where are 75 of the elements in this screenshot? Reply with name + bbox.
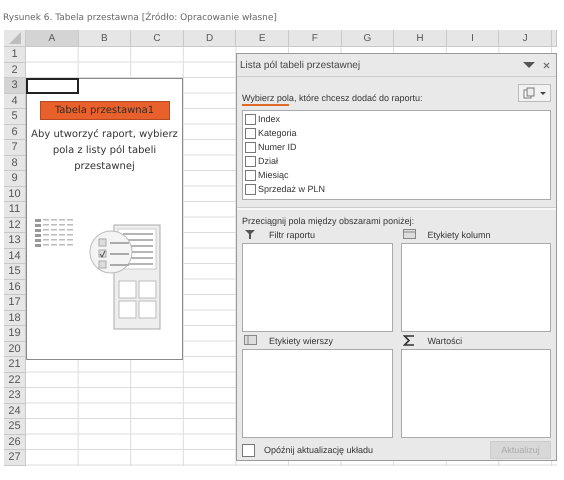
row-header[interactable]: 18 — [4, 310, 26, 326]
row-header[interactable]: 23 — [4, 388, 26, 404]
row-header[interactable]: 1 — [4, 47, 26, 62]
area-label: Wartości — [428, 336, 462, 346]
row-header[interactable]: 27 — [4, 450, 26, 466]
drop-area[interactable] — [400, 243, 551, 332]
checkbox[interactable] — [245, 142, 256, 152]
column-header[interactable]: C — [131, 30, 184, 47]
row-header[interactable]: 20 — [4, 342, 26, 357]
drop-area[interactable] — [242, 349, 392, 438]
row-header[interactable]: 21 — [4, 357, 26, 372]
row-header[interactable]: 25 — [4, 419, 26, 434]
layout-button[interactable] — [518, 84, 551, 102]
pivot-table-name: Tabela przestawna1 — [40, 101, 170, 120]
column-header[interactable]: I — [446, 30, 500, 47]
checkbox[interactable] — [245, 156, 256, 166]
row-header[interactable]: 8 — [4, 156, 26, 171]
row-header[interactable]: 26 — [4, 434, 26, 450]
filter-icon — [244, 228, 257, 241]
field-label[interactable]: Index — [258, 114, 280, 124]
active-cell[interactable] — [26, 78, 79, 94]
row-header[interactable]: 19 — [4, 326, 26, 342]
column-header[interactable]: D — [184, 30, 236, 47]
checkbox-label[interactable]: Opóźnij aktualizację układu — [264, 445, 374, 455]
field-label[interactable]: Miesiąc — [258, 170, 289, 180]
checkbox[interactable] — [245, 128, 256, 138]
area-label: Filtr raportu — [269, 230, 316, 240]
row-header[interactable]: 10 — [4, 186, 26, 202]
drop-area[interactable] — [242, 243, 392, 332]
column-header[interactable]: J — [499, 30, 552, 47]
column-header[interactable]: F — [288, 30, 342, 47]
column-header[interactable]: A — [26, 30, 79, 47]
row-header[interactable]: 2 — [4, 62, 26, 78]
row-header[interactable]: 24 — [4, 404, 26, 419]
row-header[interactable]: 22 — [4, 372, 26, 388]
row-header[interactable]: 11 — [4, 202, 26, 218]
row-header[interactable]: 9 — [4, 171, 26, 186]
sigma-icon — [402, 334, 416, 347]
figure-caption: Rysunek 6. Tabela przestawna [Źródło: Opracowanie własne] — [3, 13, 277, 23]
row-header[interactable]: 7 — [4, 140, 26, 156]
caret-icon — [540, 92, 546, 94]
pages-icon — [523, 87, 535, 99]
close-icon[interactable] — [543, 62, 550, 68]
field-label[interactable]: Sprzedaż w PLN — [258, 184, 326, 194]
column-header[interactable]: E — [236, 30, 289, 47]
field-label[interactable]: Kategoria — [258, 128, 297, 138]
checkbox[interactable] — [242, 444, 255, 456]
column-header[interactable]: H — [394, 30, 447, 47]
row-header[interactable]: 16 — [4, 280, 26, 295]
column-header[interactable]: B — [78, 30, 132, 47]
checkbox[interactable] — [245, 184, 256, 194]
row-header[interactable]: 15 — [4, 264, 26, 280]
row-header[interactable]: 14 — [4, 248, 26, 264]
field-label[interactable]: Numer ID — [258, 142, 297, 152]
row-grid-icon — [244, 334, 257, 347]
field-label[interactable]: Dział — [258, 156, 278, 166]
row-header[interactable]: 3 — [4, 78, 26, 94]
row-header[interactable]: 13 — [4, 233, 26, 248]
pane-title: Lista pól tabeli przestawnej — [240, 60, 362, 70]
checkbox[interactable] — [245, 170, 256, 180]
dropdown-triangle-icon[interactable] — [523, 61, 535, 69]
checkbox[interactable] — [245, 114, 256, 124]
column-grid-icon — [402, 228, 416, 241]
row-header[interactable]: 6 — [4, 124, 26, 140]
pivot-hint-text: Aby utworzyć raport, wybierz pola z listy pól tabeli przestawnej — [30, 128, 179, 174]
drag-hint-text: Przeciągnij pola między obszarami poniżej: — [242, 216, 416, 226]
area-label: Etykiety wierszy — [269, 336, 334, 346]
instruction-text: Wybierz pola, które chcesz dodać do raportu: — [242, 93, 423, 105]
drop-area[interactable] — [400, 349, 551, 438]
row-header[interactable]: 17 — [4, 295, 26, 310]
area-label: Etykiety kolumn — [428, 230, 491, 240]
row-header[interactable]: 12 — [4, 218, 26, 233]
column-header[interactable]: G — [342, 30, 394, 47]
row-header[interactable]: 4 — [4, 94, 26, 109]
row-header[interactable]: 5 — [4, 109, 26, 124]
